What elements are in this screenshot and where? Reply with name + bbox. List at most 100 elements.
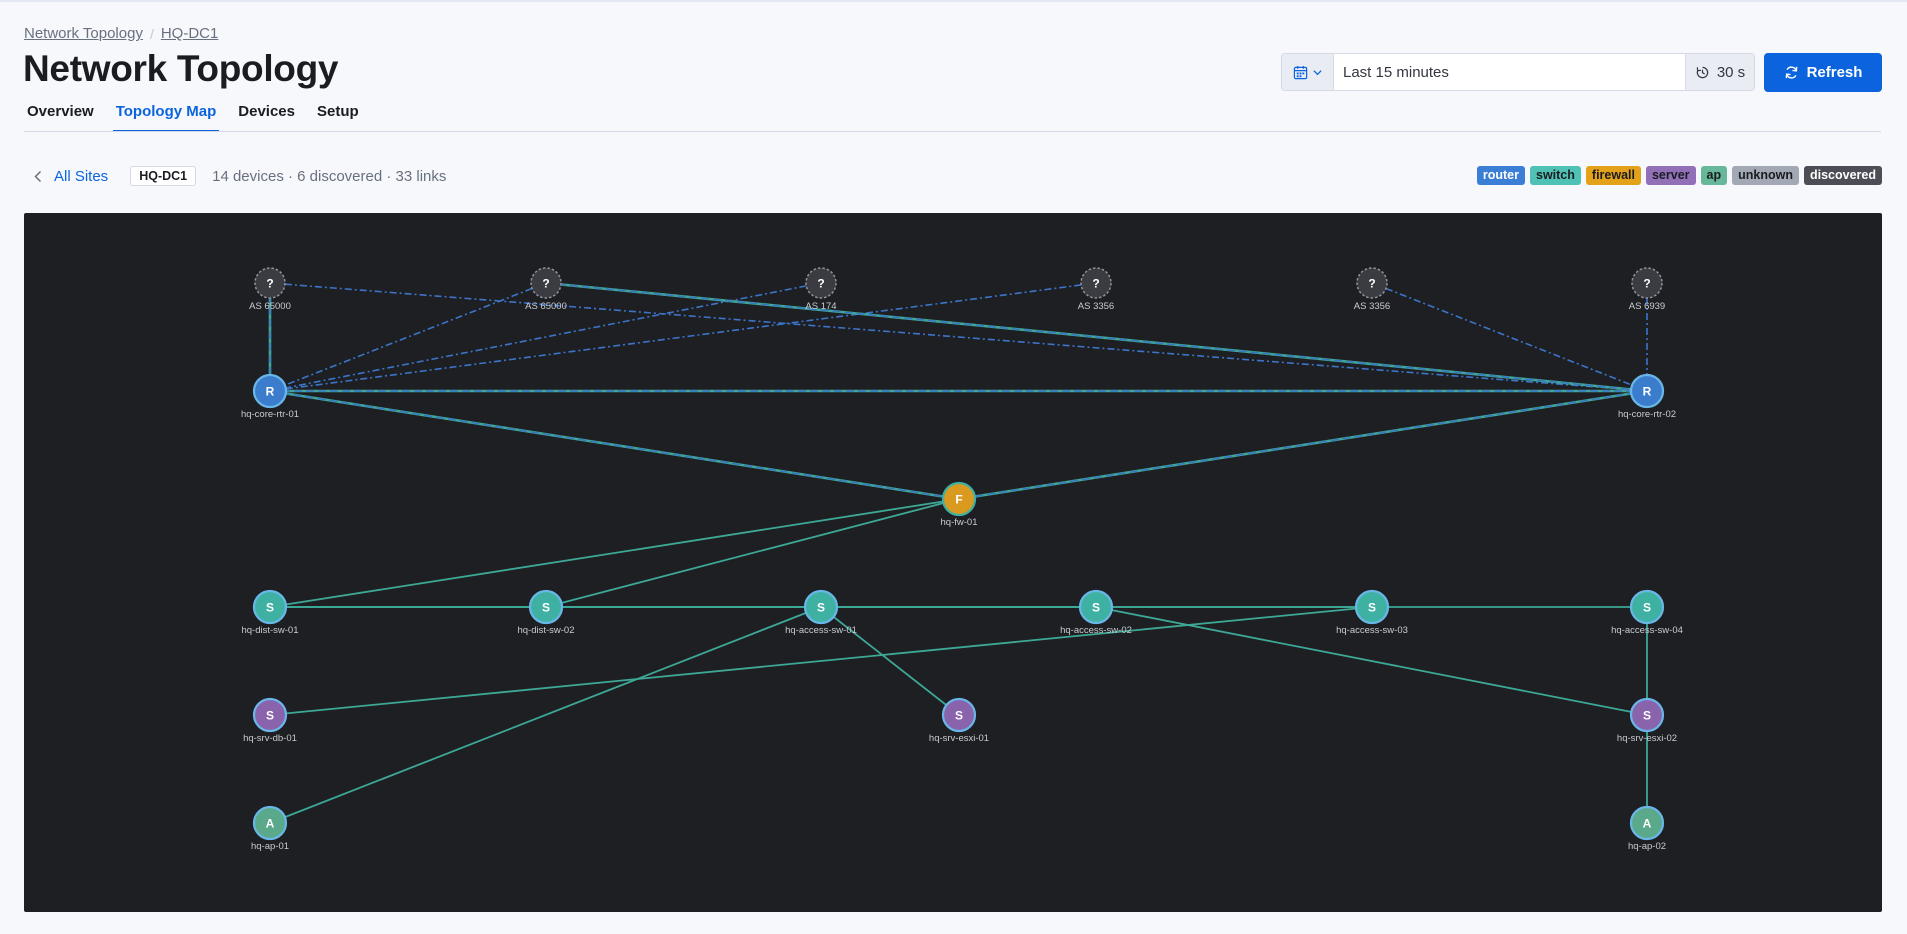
node-label: AS 6939 bbox=[1629, 301, 1665, 312]
legend-ap: ap bbox=[1700, 166, 1728, 185]
node-glyph: F bbox=[955, 493, 962, 507]
node-as3[interactable]: ? AS 174 bbox=[805, 267, 837, 312]
node-label: AS 3356 bbox=[1354, 301, 1390, 312]
node-glyph: S bbox=[266, 709, 274, 723]
node-label: hq-access-sw-04 bbox=[1611, 625, 1683, 636]
bgp-link[interactable] bbox=[269, 282, 1097, 392]
legend-switch: switch bbox=[1530, 166, 1581, 185]
node-ds2[interactable]: Shq-dist-sw-02 bbox=[517, 589, 575, 636]
node-ds1[interactable]: Shq-dist-sw-01 bbox=[241, 589, 299, 636]
bgp-link[interactable] bbox=[269, 282, 822, 392]
node-glyph: ? bbox=[1092, 277, 1099, 291]
refresh-button[interactable]: Refresh bbox=[1764, 53, 1882, 92]
physical-link[interactable] bbox=[820, 606, 960, 716]
chevron-down-icon bbox=[1312, 69, 1322, 75]
node-ap2[interactable]: Ahq-ap-02 bbox=[1628, 805, 1666, 852]
node-glyph: ? bbox=[266, 277, 273, 291]
node-ap1[interactable]: Ahq-ap-01 bbox=[251, 805, 289, 852]
node-glyph: ? bbox=[817, 277, 824, 291]
node-glyph: R bbox=[266, 385, 275, 399]
node-esx2[interactable]: Shq-srv-esxi-02 bbox=[1617, 697, 1677, 744]
tab-overview[interactable]: Overview bbox=[24, 101, 97, 132]
node-as4[interactable]: ? AS 3356 bbox=[1078, 267, 1114, 312]
topology-summary: 14 devices · 6 discovered · 33 links bbox=[212, 167, 447, 185]
node-glyph: S bbox=[1643, 709, 1651, 723]
node-fw[interactable]: Fhq-fw-01 bbox=[941, 481, 978, 528]
topology-map[interactable]: ? AS 65000? AS 65000? AS 174? AS 3356? AS 335… bbox=[24, 213, 1882, 912]
node-glyph: S bbox=[817, 601, 825, 615]
bgp-link[interactable] bbox=[269, 282, 547, 392]
tabs-divider bbox=[24, 131, 1881, 132]
refresh-interval-value: 30 s bbox=[1716, 63, 1746, 81]
node-label: hq-access-sw-03 bbox=[1336, 625, 1408, 636]
time-picker: Last 15 minutes 30 s bbox=[1281, 53, 1755, 91]
site-toolbar: All Sites HQ-DC1 14 devices · 6 discover… bbox=[24, 163, 1882, 189]
all-sites-label: All Sites bbox=[54, 167, 109, 185]
page-title: Network Topology bbox=[23, 48, 339, 89]
node-esx1[interactable]: Shq-srv-esxi-01 bbox=[929, 697, 989, 744]
quick-select-button[interactable] bbox=[1282, 54, 1334, 90]
node-label: hq-srv-esxi-02 bbox=[1617, 733, 1677, 744]
breadcrumb-current-link[interactable]: HQ-DC1 bbox=[161, 25, 219, 42]
bgp-link[interactable] bbox=[269, 282, 1648, 392]
tab-topology-map[interactable]: Topology Map bbox=[112, 101, 220, 132]
node-glyph: ? bbox=[1368, 277, 1375, 291]
chevron-left-icon bbox=[34, 170, 42, 182]
node-db1[interactable]: Shq-srv-db-01 bbox=[243, 697, 297, 744]
nodes-layer: ? AS 65000? AS 65000? AS 174? AS 3356? AS 335… bbox=[241, 267, 1683, 852]
breadcrumb: Network Topology / HQ-DC1 bbox=[24, 25, 218, 42]
site-badge: HQ-DC1 bbox=[130, 166, 197, 186]
timer-icon bbox=[1696, 66, 1709, 78]
node-label: hq-srv-db-01 bbox=[243, 733, 297, 744]
refresh-button-label: Refresh bbox=[1806, 64, 1863, 81]
node-as03[interactable]: Shq-access-sw-03 bbox=[1336, 589, 1408, 636]
refresh-interval-button[interactable]: 30 s bbox=[1685, 54, 1754, 90]
node-as02[interactable]: Shq-access-sw-02 bbox=[1060, 589, 1132, 636]
node-label: AS 174 bbox=[805, 301, 836, 312]
top-border bbox=[0, 0, 1907, 2]
node-glyph: S bbox=[542, 601, 550, 615]
node-label: hq-core-rtr-02 bbox=[1618, 409, 1676, 420]
node-glyph: S bbox=[1368, 601, 1376, 615]
time-range-input[interactable]: Last 15 minutes bbox=[1334, 54, 1685, 90]
node-label: hq-srv-esxi-01 bbox=[929, 733, 989, 744]
node-as5[interactable]: ? AS 3356 bbox=[1354, 267, 1390, 312]
node-as04[interactable]: Shq-access-sw-04 bbox=[1611, 589, 1683, 636]
node-as1[interactable]: ? AS 65000 bbox=[249, 267, 291, 312]
breadcrumb-separator: / bbox=[149, 25, 154, 42]
legend-firewall: firewall bbox=[1585, 166, 1641, 185]
node-glyph: S bbox=[1092, 601, 1100, 615]
legend-unknown: unknown bbox=[1732, 166, 1799, 185]
node-r1[interactable]: Rhq-core-rtr-01 bbox=[241, 373, 299, 420]
node-glyph: A bbox=[266, 817, 275, 831]
node-label: AS 65000 bbox=[525, 301, 567, 312]
node-glyph: ? bbox=[542, 277, 549, 291]
node-r2[interactable]: Rhq-core-rtr-02 bbox=[1618, 373, 1676, 420]
node-as6[interactable]: ? AS 6939 bbox=[1629, 267, 1665, 312]
refresh-icon bbox=[1785, 66, 1797, 79]
node-label: hq-access-sw-02 bbox=[1060, 625, 1132, 636]
bgp-link[interactable] bbox=[1371, 282, 1648, 392]
physical-link[interactable] bbox=[269, 606, 822, 824]
legend-router: router bbox=[1476, 166, 1525, 185]
topology-canvas[interactable]: ? AS 65000? AS 65000? AS 174? AS 3356? AS 335… bbox=[24, 213, 1882, 912]
physical-link[interactable] bbox=[545, 498, 960, 608]
device-type-legend: router switch firewall server ap unknown… bbox=[1476, 166, 1882, 185]
node-as2[interactable]: ? AS 65000 bbox=[525, 267, 567, 312]
legend-discovered: discovered bbox=[1803, 166, 1882, 185]
node-label: hq-access-sw-01 bbox=[785, 625, 857, 636]
node-glyph: R bbox=[1643, 385, 1652, 399]
node-glyph: S bbox=[266, 601, 274, 615]
tab-setup[interactable]: Setup bbox=[314, 101, 362, 132]
breadcrumb-root-link[interactable]: Network Topology bbox=[24, 25, 143, 42]
node-as01[interactable]: Shq-access-sw-01 bbox=[785, 589, 857, 636]
node-label: hq-ap-02 bbox=[1628, 841, 1666, 852]
node-label: hq-dist-sw-02 bbox=[517, 625, 574, 636]
node-glyph: A bbox=[1643, 817, 1652, 831]
tab-devices[interactable]: Devices bbox=[235, 101, 298, 132]
physical-link[interactable] bbox=[269, 498, 960, 608]
node-glyph: ? bbox=[1643, 277, 1650, 291]
node-label: AS 65000 bbox=[249, 301, 291, 312]
all-sites-link[interactable]: All Sites bbox=[33, 168, 108, 185]
node-label: hq-dist-sw-01 bbox=[241, 625, 298, 636]
